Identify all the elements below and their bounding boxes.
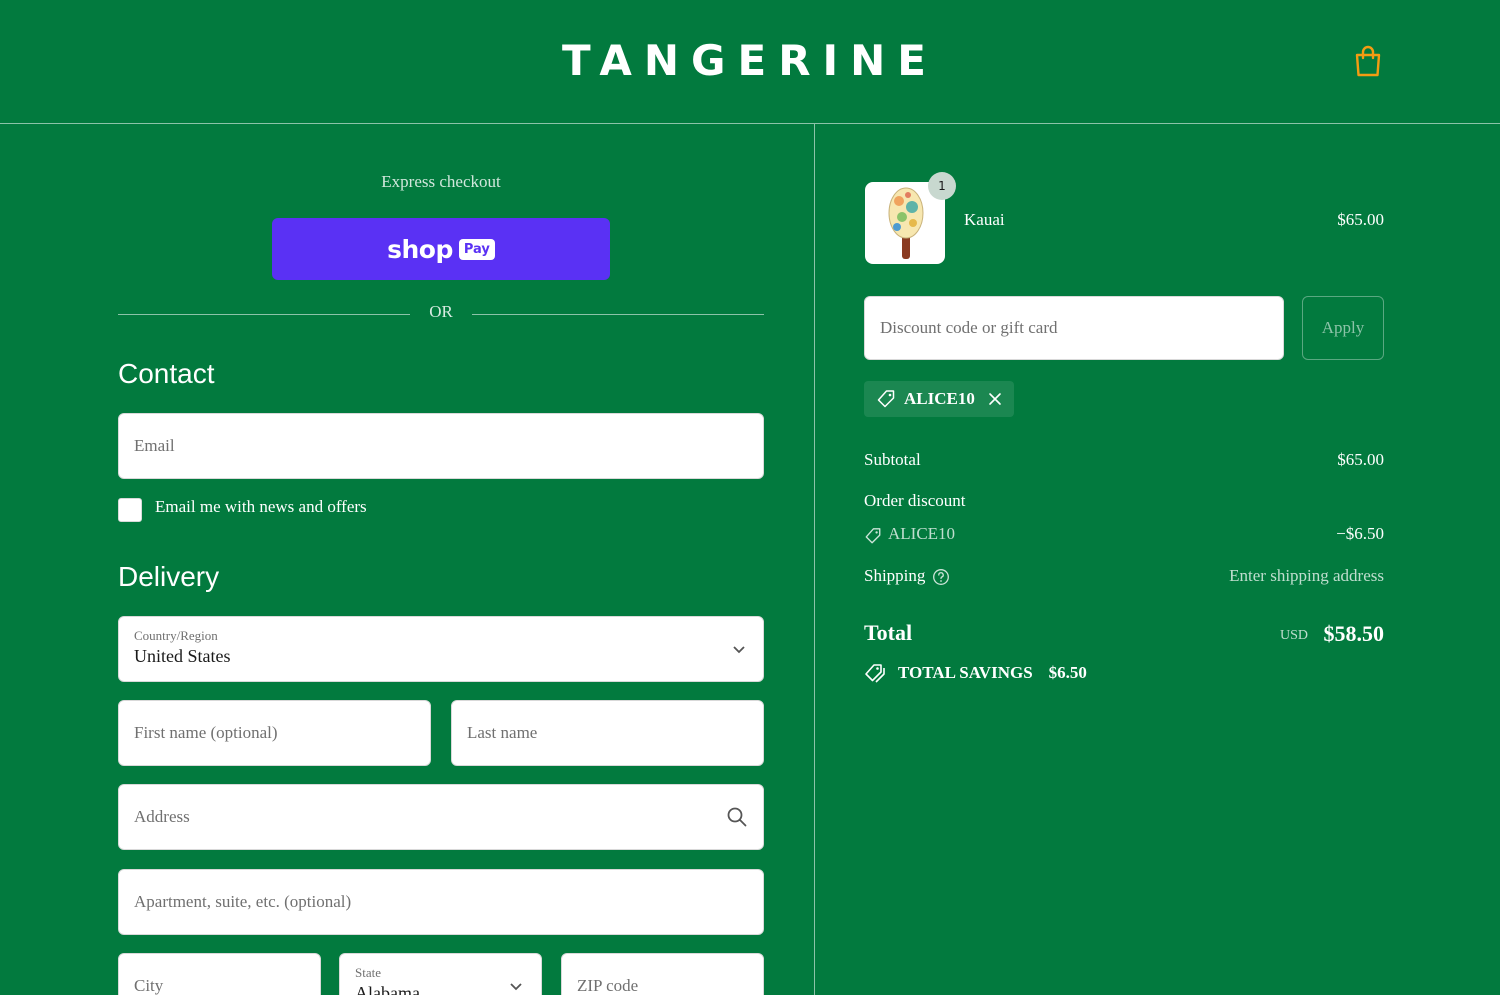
country-select[interactable]: Country/Region United States [118, 616, 764, 682]
close-icon[interactable] [987, 391, 1003, 407]
newsletter-checkbox[interactable] [118, 498, 142, 522]
apartment-field[interactable] [118, 869, 764, 935]
total-currency: USD [1280, 628, 1309, 643]
contact-heading: Contact [118, 358, 215, 389]
state-select[interactable]: State Alabama [339, 953, 542, 995]
product-name: Kauai [964, 210, 1005, 229]
order-discount-label: Order discount [864, 491, 966, 510]
last-name-input[interactable] [452, 701, 763, 765]
express-checkout-title: Express checkout [381, 172, 501, 191]
shop-pay-chip: Pay [458, 238, 495, 260]
order-discount-value: −$6.50 [1336, 524, 1384, 543]
or-divider-left [118, 314, 410, 315]
first-name-field[interactable] [118, 700, 431, 766]
applied-discount-code: ALICE10 [904, 389, 975, 408]
tag-icon [865, 528, 881, 544]
newsletter-label[interactable]: Email me with news and offers [155, 497, 367, 517]
city-field[interactable] [118, 953, 321, 995]
delivery-heading: Delivery [118, 561, 220, 592]
state-label: State [355, 965, 381, 980]
search-icon[interactable] [726, 806, 748, 828]
last-name-field[interactable] [451, 700, 764, 766]
chevron-down-icon [510, 983, 522, 991]
total-savings-label: TOTAL SAVINGS [898, 663, 1033, 682]
zip-input[interactable] [562, 954, 763, 995]
quantity-badge: 1 [928, 172, 956, 200]
header: TANGERINE [0, 0, 1500, 124]
first-name-input[interactable] [119, 701, 430, 765]
or-divider-text: OR [429, 302, 453, 321]
discount-input[interactable] [865, 297, 1283, 359]
subtotal-label: Subtotal [864, 450, 921, 469]
applied-discount-tag: ALICE10 [864, 381, 1014, 417]
shop-pay-button[interactable]: shop Pay [272, 218, 610, 280]
total-savings-value: $6.50 [1048, 663, 1087, 682]
chevron-down-icon [733, 646, 745, 654]
total-label: Total [864, 620, 913, 645]
total-savings: TOTAL SAVINGS $6.50 [864, 663, 1087, 683]
discount-field[interactable] [864, 296, 1284, 360]
subtotal-value: $65.00 [1337, 450, 1384, 469]
email-input[interactable] [119, 414, 763, 478]
shipping-label: Shipping [864, 566, 926, 585]
apartment-input[interactable] [119, 870, 763, 934]
email-field[interactable] [118, 413, 764, 479]
address-field[interactable] [118, 784, 764, 850]
tag-icon [877, 390, 895, 408]
address-input[interactable] [119, 785, 763, 849]
shipping-value: Enter shipping address [1229, 566, 1384, 585]
shop-pay-wordmark: shop [387, 234, 453, 264]
help-icon[interactable] [932, 568, 950, 586]
zip-field[interactable] [561, 953, 764, 995]
shopping-bag-icon[interactable] [1352, 44, 1384, 78]
apply-button[interactable]: Apply [1302, 296, 1384, 360]
or-divider-right [472, 314, 764, 315]
country-label: Country/Region [134, 628, 218, 643]
city-input[interactable] [119, 954, 320, 995]
state-value: Alabama [355, 983, 420, 995]
store-logo[interactable]: TANGERINE [0, 36, 1500, 85]
savings-tag-icon [865, 664, 885, 683]
total-value: $58.50 [1323, 621, 1385, 646]
column-divider [814, 124, 815, 995]
product-price: $65.00 [1337, 210, 1384, 229]
country-value: United States [134, 646, 231, 666]
order-discount-code: ALICE10 [888, 524, 956, 543]
